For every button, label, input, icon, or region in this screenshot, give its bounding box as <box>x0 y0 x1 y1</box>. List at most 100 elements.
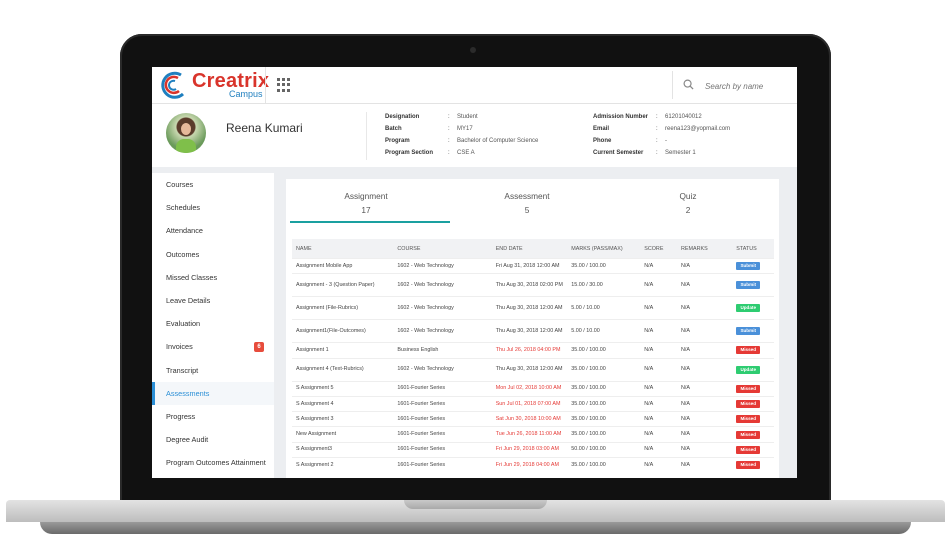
remarks-cell: N/A <box>677 342 733 359</box>
sidebar-item-label: Evaluation <box>166 319 201 329</box>
course-cell: 1601-Fourier Series <box>393 426 492 443</box>
header-divider <box>265 67 266 103</box>
assignment-name-cell: Assignment 1 <box>292 342 394 359</box>
score-cell: N/A <box>640 426 678 443</box>
sidebar-item-courses[interactable]: Courses <box>152 173 274 196</box>
sidebar-item-program-outcomes-attainment[interactable]: Program Outcomes Attainment <box>152 451 274 474</box>
status-badge-missed[interactable]: Missed <box>736 400 761 409</box>
table-row[interactable]: S Assignment 4 1601-Fourier Series Sun Jul… <box>292 395 774 412</box>
laptop-lip <box>40 522 911 534</box>
profile-field-label: Batch <box>385 126 402 132</box>
assignment-name-cell: Assignment (File-Rubrics) <box>292 296 394 320</box>
sidebar-item-evaluation[interactable]: Evaluation <box>152 312 274 335</box>
marks-cell: 35.00 / 100.00 <box>567 426 641 443</box>
sidebar-item-label: Transcript <box>166 365 199 375</box>
end-date-cell: Thu Aug 30, 2018 02:00 PM <box>491 273 568 297</box>
status-badge-submit[interactable]: Submit <box>736 281 761 290</box>
end-date-cell: Sun Jul 01, 2018 07:00 AM <box>491 395 568 412</box>
sidebar-item-attendance[interactable]: Attendance <box>152 219 274 242</box>
creatrix-logo-icon[interactable] <box>159 70 189 100</box>
sidebar-item-degree-audit[interactable]: Degree Audit <box>152 428 274 451</box>
assignment-name-cell: Assignment - 3 (Question Paper) <box>292 273 394 297</box>
column-header: END DATE <box>491 239 568 259</box>
status-badge-update[interactable]: Update <box>736 304 761 313</box>
end-date-cell: Fri Jun 29, 2018 03:00 AM <box>491 441 568 458</box>
top-bar: Creatrix Campus <box>152 67 797 104</box>
status-badge-missed[interactable]: Missed <box>736 384 761 393</box>
sidebar-item-label: Program Outcomes Attainment <box>166 458 266 468</box>
course-cell: 1602 - Web Technology <box>393 296 492 320</box>
status-badge-missed[interactable]: Missed <box>736 430 761 439</box>
tab-active-underline <box>290 221 450 223</box>
course-cell: 1602 - Web Technology <box>393 273 492 297</box>
sidebar-item-assessments[interactable]: Assessments <box>152 381 274 405</box>
table-row[interactable]: Assignment1(File-Outcomes) 1602 - Web Tec… <box>292 319 774 343</box>
profile-field-value: reena123@yopmail.com <box>665 126 731 132</box>
profile-fields-left: Designation: Student Batch: MY17 Program: Bac… <box>385 111 575 161</box>
table-row[interactable]: Assignment (File-Rubrics) 1602 - Web Tech… <box>292 296 774 320</box>
profile-field-label: Current Semester <box>593 150 644 156</box>
marks-cell: 50.00 / 100.00 <box>567 441 641 458</box>
table-row[interactable]: Assignment - 3 (Question Paper) 1602 - We… <box>292 273 774 297</box>
remarks-cell: N/A <box>677 319 733 343</box>
sidebar-item-transcript[interactable]: Transcript <box>152 359 274 382</box>
end-date-cell: Sat Jun 30, 2018 10:00 AM <box>491 411 568 427</box>
assignment-name-cell: New Assignment <box>292 426 394 443</box>
assignment-name-cell: Assignment1(File-Outcomes) <box>292 319 394 343</box>
logo-subtitle: Campus <box>229 89 263 99</box>
status-cell: Missed <box>732 426 774 443</box>
table-row[interactable]: Assignment 1 Business English Thu Jul 26, … <box>292 342 774 359</box>
status-badge-missed[interactable]: Missed <box>736 445 761 454</box>
score-cell: N/A <box>640 296 678 320</box>
sidebar-item-invoices[interactable]: Invoices 6 <box>152 335 274 358</box>
status-cell: Submit <box>732 319 774 343</box>
status-badge-update[interactable]: Update <box>736 365 761 374</box>
end-date-cell: Thu Aug 30, 2018 12:00 AM <box>491 319 568 343</box>
status-badge-missed[interactable]: Missed <box>736 346 761 355</box>
tab-label: Assessment <box>504 191 550 201</box>
sidebar-item-leave-details[interactable]: Leave Details <box>152 289 274 312</box>
marks-cell: 15.00 / 30.00 <box>567 273 641 297</box>
sidebar-item-schedules[interactable]: Schedules <box>152 196 274 219</box>
app-grid-icon[interactable] <box>277 78 291 92</box>
tab-assignment[interactable]: Assignment 17 <box>286 179 450 223</box>
table-row[interactable]: Assignment Mobile App 1602 - Web Technolo… <box>292 257 774 274</box>
status-badge-submit[interactable]: Submit <box>736 262 761 271</box>
laptop-notch <box>404 500 547 509</box>
search-icon[interactable] <box>683 79 694 90</box>
assignment-name-cell: S Assignment 5 <box>292 380 394 397</box>
table-row[interactable]: S Assignment 2 1601-Fourier Series Fri Jun… <box>292 457 774 473</box>
assignment-name-cell: Assignment 4 (Text-Rubrics) <box>292 357 394 382</box>
marks-cell: 35.00 / 100.00 <box>567 257 641 274</box>
app-screen: Creatrix Campus Reena Kumari Designation… <box>152 67 797 478</box>
status-cell: Missed <box>732 342 774 359</box>
end-date-cell: Thu Jul 26, 2018 04:00 PM <box>491 342 568 359</box>
status-badge-submit[interactable]: Submit <box>736 327 761 336</box>
status-cell: Missed <box>732 411 774 427</box>
status-badge-missed[interactable]: Missed <box>736 461 761 470</box>
sidebar-item-missed-classes[interactable]: Missed Classes <box>152 266 274 289</box>
status-cell: Update <box>732 357 774 382</box>
remarks-cell: N/A <box>677 457 733 473</box>
column-header: COURSE <box>393 239 492 259</box>
profile-field-value: Student <box>457 114 478 120</box>
profile-field-value: MY17 <box>457 126 473 132</box>
tab-quiz[interactable]: Quiz 2 <box>608 179 768 223</box>
table-row[interactable]: S Assignment 5 1601-Fourier Series Mon Jul… <box>292 380 774 397</box>
table-row[interactable]: S Assignment3 1601-Fourier Series Fri Jun … <box>292 441 774 458</box>
profile-field-separator: : <box>656 138 658 144</box>
status-badge-missed[interactable]: Missed <box>736 415 761 424</box>
sidebar-item-outcomes[interactable]: Outcomes <box>152 243 274 266</box>
table-row[interactable]: S Assignment 3 1601-Fourier Series Sat Jun… <box>292 411 774 427</box>
remarks-cell: N/A <box>677 441 733 458</box>
remarks-cell: N/A <box>677 273 733 297</box>
table-row[interactable]: New Assignment 1601-Fourier Series Tue Jun… <box>292 426 774 443</box>
search-input[interactable] <box>703 77 797 95</box>
marks-cell: 35.00 / 100.00 <box>567 342 641 359</box>
end-date-cell: Mon Jul 02, 2018 10:00 AM <box>491 380 568 397</box>
table-row[interactable]: Assignment 4 (Text-Rubrics) 1602 - Web Te… <box>292 357 774 382</box>
avatar <box>166 113 206 153</box>
assignment-name-cell: S Assignment 3 <box>292 411 394 427</box>
sidebar-item-progress[interactable]: Progress <box>152 405 274 428</box>
tab-assessment[interactable]: Assessment 5 <box>447 179 607 223</box>
